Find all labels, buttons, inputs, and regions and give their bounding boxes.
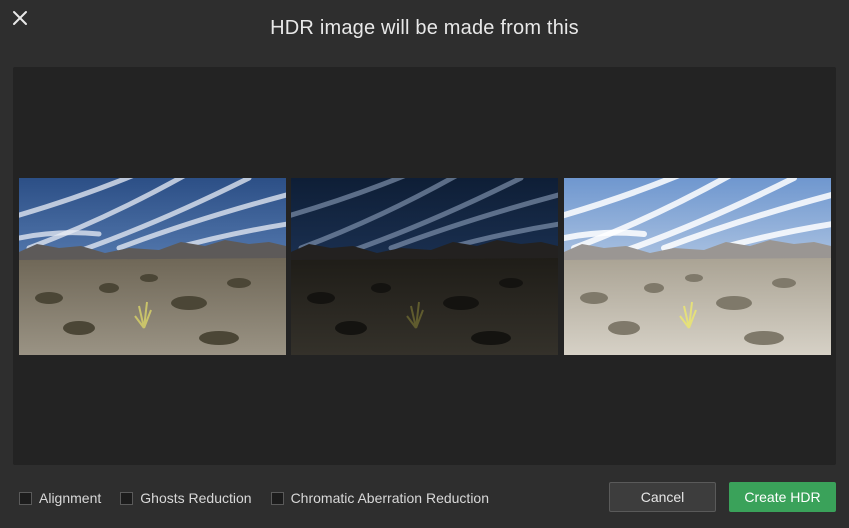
alignment-option[interactable]: Alignment [19,490,101,506]
exposure-thumbnail-under[interactable] [291,178,558,355]
ghosts-reduction-option[interactable]: Ghosts Reduction [120,490,252,506]
exposure-thumbnail-over[interactable] [564,178,831,355]
exposure-thumbnail-normal[interactable] [19,178,286,355]
preview-panel [13,67,836,465]
chromatic-aberration-label: Chromatic Aberration Reduction [290,490,489,506]
cancel-button[interactable]: Cancel [609,482,716,512]
alignment-checkbox[interactable] [19,491,32,505]
ghosts-reduction-checkbox[interactable] [120,491,134,505]
chromatic-aberration-checkbox[interactable] [270,491,284,505]
hdr-options: Alignment Ghosts Reduction Chromatic Abe… [19,489,508,507]
chromatic-aberration-option[interactable]: Chromatic Aberration Reduction [270,490,489,506]
create-hdr-button[interactable]: Create HDR [729,482,836,512]
dialog-title: HDR image will be made from this [270,17,579,39]
ghosts-reduction-label: Ghosts Reduction [140,490,252,506]
alignment-label: Alignment [39,490,102,506]
